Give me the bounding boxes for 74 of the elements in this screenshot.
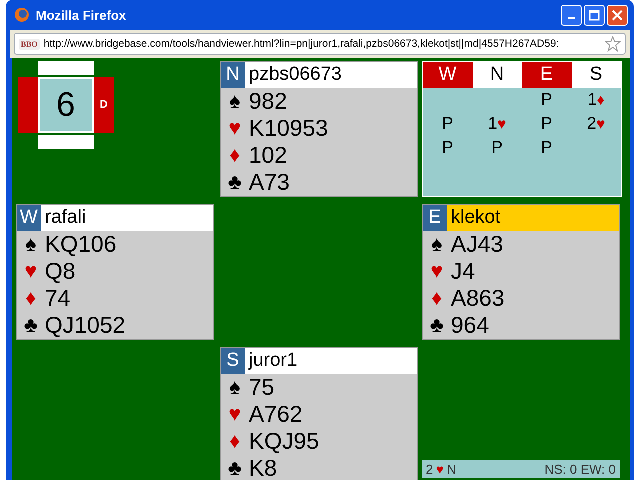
suit-icon: ♥ — [225, 116, 245, 140]
player-name: klekot — [450, 206, 501, 230]
contract-level: 2 — [426, 462, 434, 476]
card-holding: A73 — [249, 169, 290, 196]
card-holding: 74 — [45, 285, 71, 312]
auction-seat-header: E — [522, 62, 572, 88]
close-button[interactable] — [607, 4, 628, 26]
suit-icon: ♣ — [225, 456, 245, 480]
suit-icon: ♣ — [427, 314, 447, 338]
suit-icon: ♥ — [436, 462, 444, 476]
auction-bid: 1♥ — [487, 113, 508, 135]
suit-icon: ♦ — [427, 286, 447, 310]
seat-label: E — [423, 205, 447, 231]
suit-icon: ♠ — [427, 232, 447, 256]
score-text: NS: 0 EW: 0 — [544, 462, 616, 476]
card-holding: 102 — [249, 142, 288, 169]
auction-call: P — [441, 113, 454, 135]
seat-label: N — [221, 62, 245, 88]
dealer-marker: D — [94, 77, 114, 133]
card-holding: 75 — [249, 374, 275, 401]
card-holding: QJ1052 — [45, 312, 126, 339]
player-name: rafali — [44, 206, 86, 230]
card-holding: K8 — [249, 455, 278, 480]
site-badge: BBO — [19, 38, 40, 50]
url-text: http://www.bridgebase.com/tools/handviewer.html?lin=pn|juror1,rafali,pzbs06673,klekot|st||md|4557H267AD59: — [44, 38, 560, 50]
auction-call: P — [540, 89, 554, 111]
suit-icon: ♠ — [225, 90, 245, 114]
suit-icon: ♦ — [21, 286, 41, 310]
auction-bid: 2♥ — [586, 113, 606, 135]
suit-icon: ♦ — [225, 144, 245, 168]
auction-call: P — [540, 113, 554, 135]
auction-call: P — [540, 137, 554, 159]
browser-logo-icon — [14, 7, 30, 23]
suit-icon: ♥ — [498, 116, 506, 132]
seat-label: W — [17, 205, 41, 231]
card-holding: KQ106 — [45, 231, 117, 258]
suit-icon: ♥ — [21, 260, 41, 284]
card-holding: 982 — [249, 88, 288, 115]
seat-label: S — [221, 348, 245, 374]
address-field[interactable]: BBO http://www.bridgebase.com/tools/handviewer.html?lin=pn|juror1,rafali,pzbs06673,klekot|st||md|4557H267AD59: — [14, 33, 626, 55]
close-icon — [612, 10, 623, 20]
auction-call: P — [441, 137, 454, 159]
player-name: juror1 — [248, 349, 298, 373]
star-icon[interactable] — [605, 36, 621, 52]
suit-icon: ♣ — [225, 170, 245, 194]
auction-call: P — [490, 137, 504, 159]
minimize-icon — [568, 17, 575, 19]
suit-icon: ♠ — [225, 376, 245, 400]
suit-icon: ♣ — [21, 314, 41, 338]
suit-icon: ♥ — [427, 260, 447, 284]
card-holding: A863 — [451, 285, 505, 312]
card-holding: Q8 — [45, 258, 76, 285]
suit-icon: ♥ — [596, 116, 606, 132]
card-holding: 964 — [451, 312, 490, 339]
card-holding: J4 — [451, 258, 476, 285]
card-holding: A762 — [249, 401, 303, 428]
suit-icon: ♦ — [225, 430, 245, 454]
card-holding: AJ43 — [451, 231, 504, 258]
auction-seat-header: S — [572, 62, 621, 88]
card-holding: KQJ95 — [249, 428, 320, 455]
auction-seat-header: W — [423, 62, 472, 88]
auction-bid: 1♦ — [586, 89, 606, 111]
board-number: 6 — [38, 77, 94, 133]
player-name: pzbs06673 — [248, 63, 342, 87]
auction-seat-header: N — [472, 62, 522, 88]
window-title: Mozilla Firefox — [36, 8, 126, 22]
suit-icon: ♠ — [21, 232, 41, 256]
card-holding: K10953 — [249, 115, 328, 142]
maximize-icon — [589, 10, 600, 20]
minimize-button[interactable] — [561, 4, 582, 26]
declarer-seat: N — [446, 462, 456, 476]
suit-icon: ♦ — [597, 92, 605, 108]
suit-icon: ♥ — [225, 402, 245, 426]
maximize-button[interactable] — [584, 4, 605, 26]
